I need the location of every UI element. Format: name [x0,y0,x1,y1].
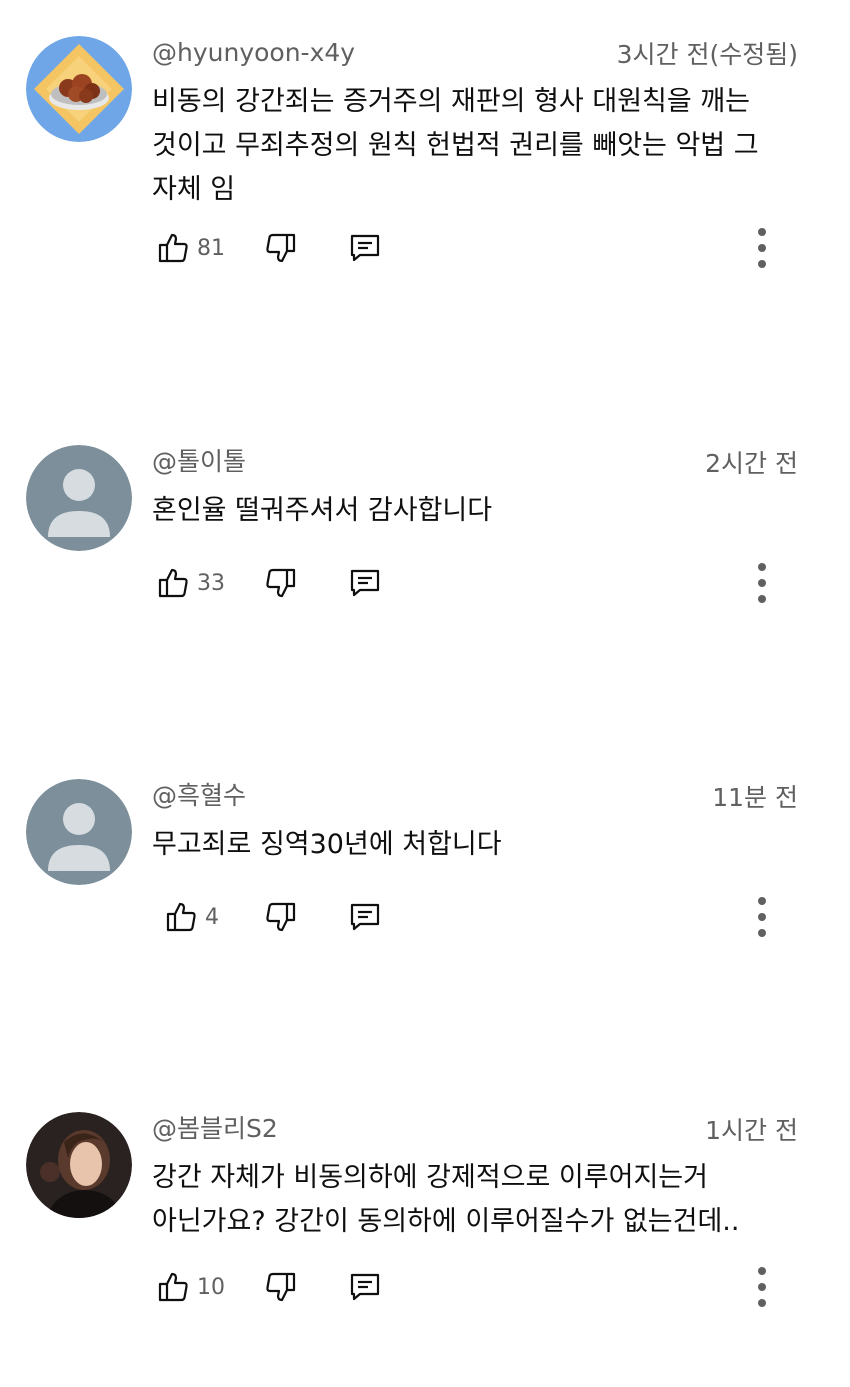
thumbs-up-icon [158,1271,188,1303]
like-count: 81 [197,235,225,261]
reply-button[interactable] [348,561,382,605]
photo-avatar-icon [26,1112,132,1218]
comment-actions: 4 [152,895,812,939]
comment-author[interactable]: @hyunyoon-x4y [152,36,355,70]
reply-button[interactable] [348,226,382,270]
reply-button[interactable] [348,895,382,939]
more-vertical-icon [750,895,774,939]
reply-comment-icon [348,567,382,599]
more-options-button[interactable] [750,1265,774,1309]
avatar[interactable] [26,36,132,142]
dislike-button[interactable] [266,561,296,605]
more-vertical-icon [750,226,774,270]
thumbs-up-icon [158,567,188,599]
comment-actions: 81 [152,226,812,270]
like-button[interactable]: 81 [158,226,225,270]
comment-timestamp: 3시간 전(수정됨) [616,40,798,69]
like-count: 4 [205,904,219,930]
dislike-button[interactable] [266,1265,296,1309]
more-options-button[interactable] [750,561,774,605]
comment-text: 비동의 강간죄는 증거주의 재판의 형사 대원칙을 깨는 것이고 무죄추정의 원… [152,86,759,205]
thumbs-down-icon [266,567,296,599]
thumbs-up-icon [166,901,196,933]
avatar[interactable] [26,1112,132,1218]
more-vertical-icon [750,561,774,605]
comment-timestamp: 2시간 전 [705,449,798,478]
comment-actions: 10 [152,1265,812,1309]
like-count: 33 [197,570,225,596]
avatar[interactable] [26,779,132,885]
comment-author[interactable]: @톨이톨 [152,445,246,479]
default-avatar-icon [26,779,132,885]
comment-author[interactable]: @흑혈수 [152,779,246,813]
more-vertical-icon [750,1265,774,1309]
comment-text: 강간 자체가 비동의하에 강제적으로 이루어지는거 아닌가요? 강간이 동의하에… [152,1162,740,1237]
comment-timestamp: 1시간 전 [705,1116,798,1145]
reply-comment-icon [348,901,382,933]
comment-actions: 33 [152,561,812,605]
thumbs-up-icon [158,232,188,264]
reply-comment-icon [348,232,382,264]
comment-text: 무고죄로 징역30년에 처합니다 [152,829,502,860]
like-count: 10 [197,1274,225,1300]
default-avatar-icon [26,445,132,551]
reply-comment-icon [348,1271,382,1303]
like-button[interactable]: 33 [158,561,225,605]
thumbs-down-icon [266,1271,296,1303]
comment-text: 혼인율 떨궈주셔서 감사합니다 [152,495,493,526]
food-bowl-avatar-icon [26,36,132,142]
thumbs-down-icon [266,232,296,264]
comment-timestamp: 11분 전 [712,783,798,812]
comment-author[interactable]: @봄블리S2 [152,1112,278,1146]
like-button[interactable]: 4 [166,895,219,939]
avatar[interactable] [26,445,132,551]
reply-button[interactable] [348,1265,382,1309]
more-options-button[interactable] [750,226,774,270]
like-button[interactable]: 10 [158,1265,225,1309]
dislike-button[interactable] [266,895,296,939]
dislike-button[interactable] [266,226,296,270]
thumbs-down-icon [266,901,296,933]
more-options-button[interactable] [750,895,774,939]
